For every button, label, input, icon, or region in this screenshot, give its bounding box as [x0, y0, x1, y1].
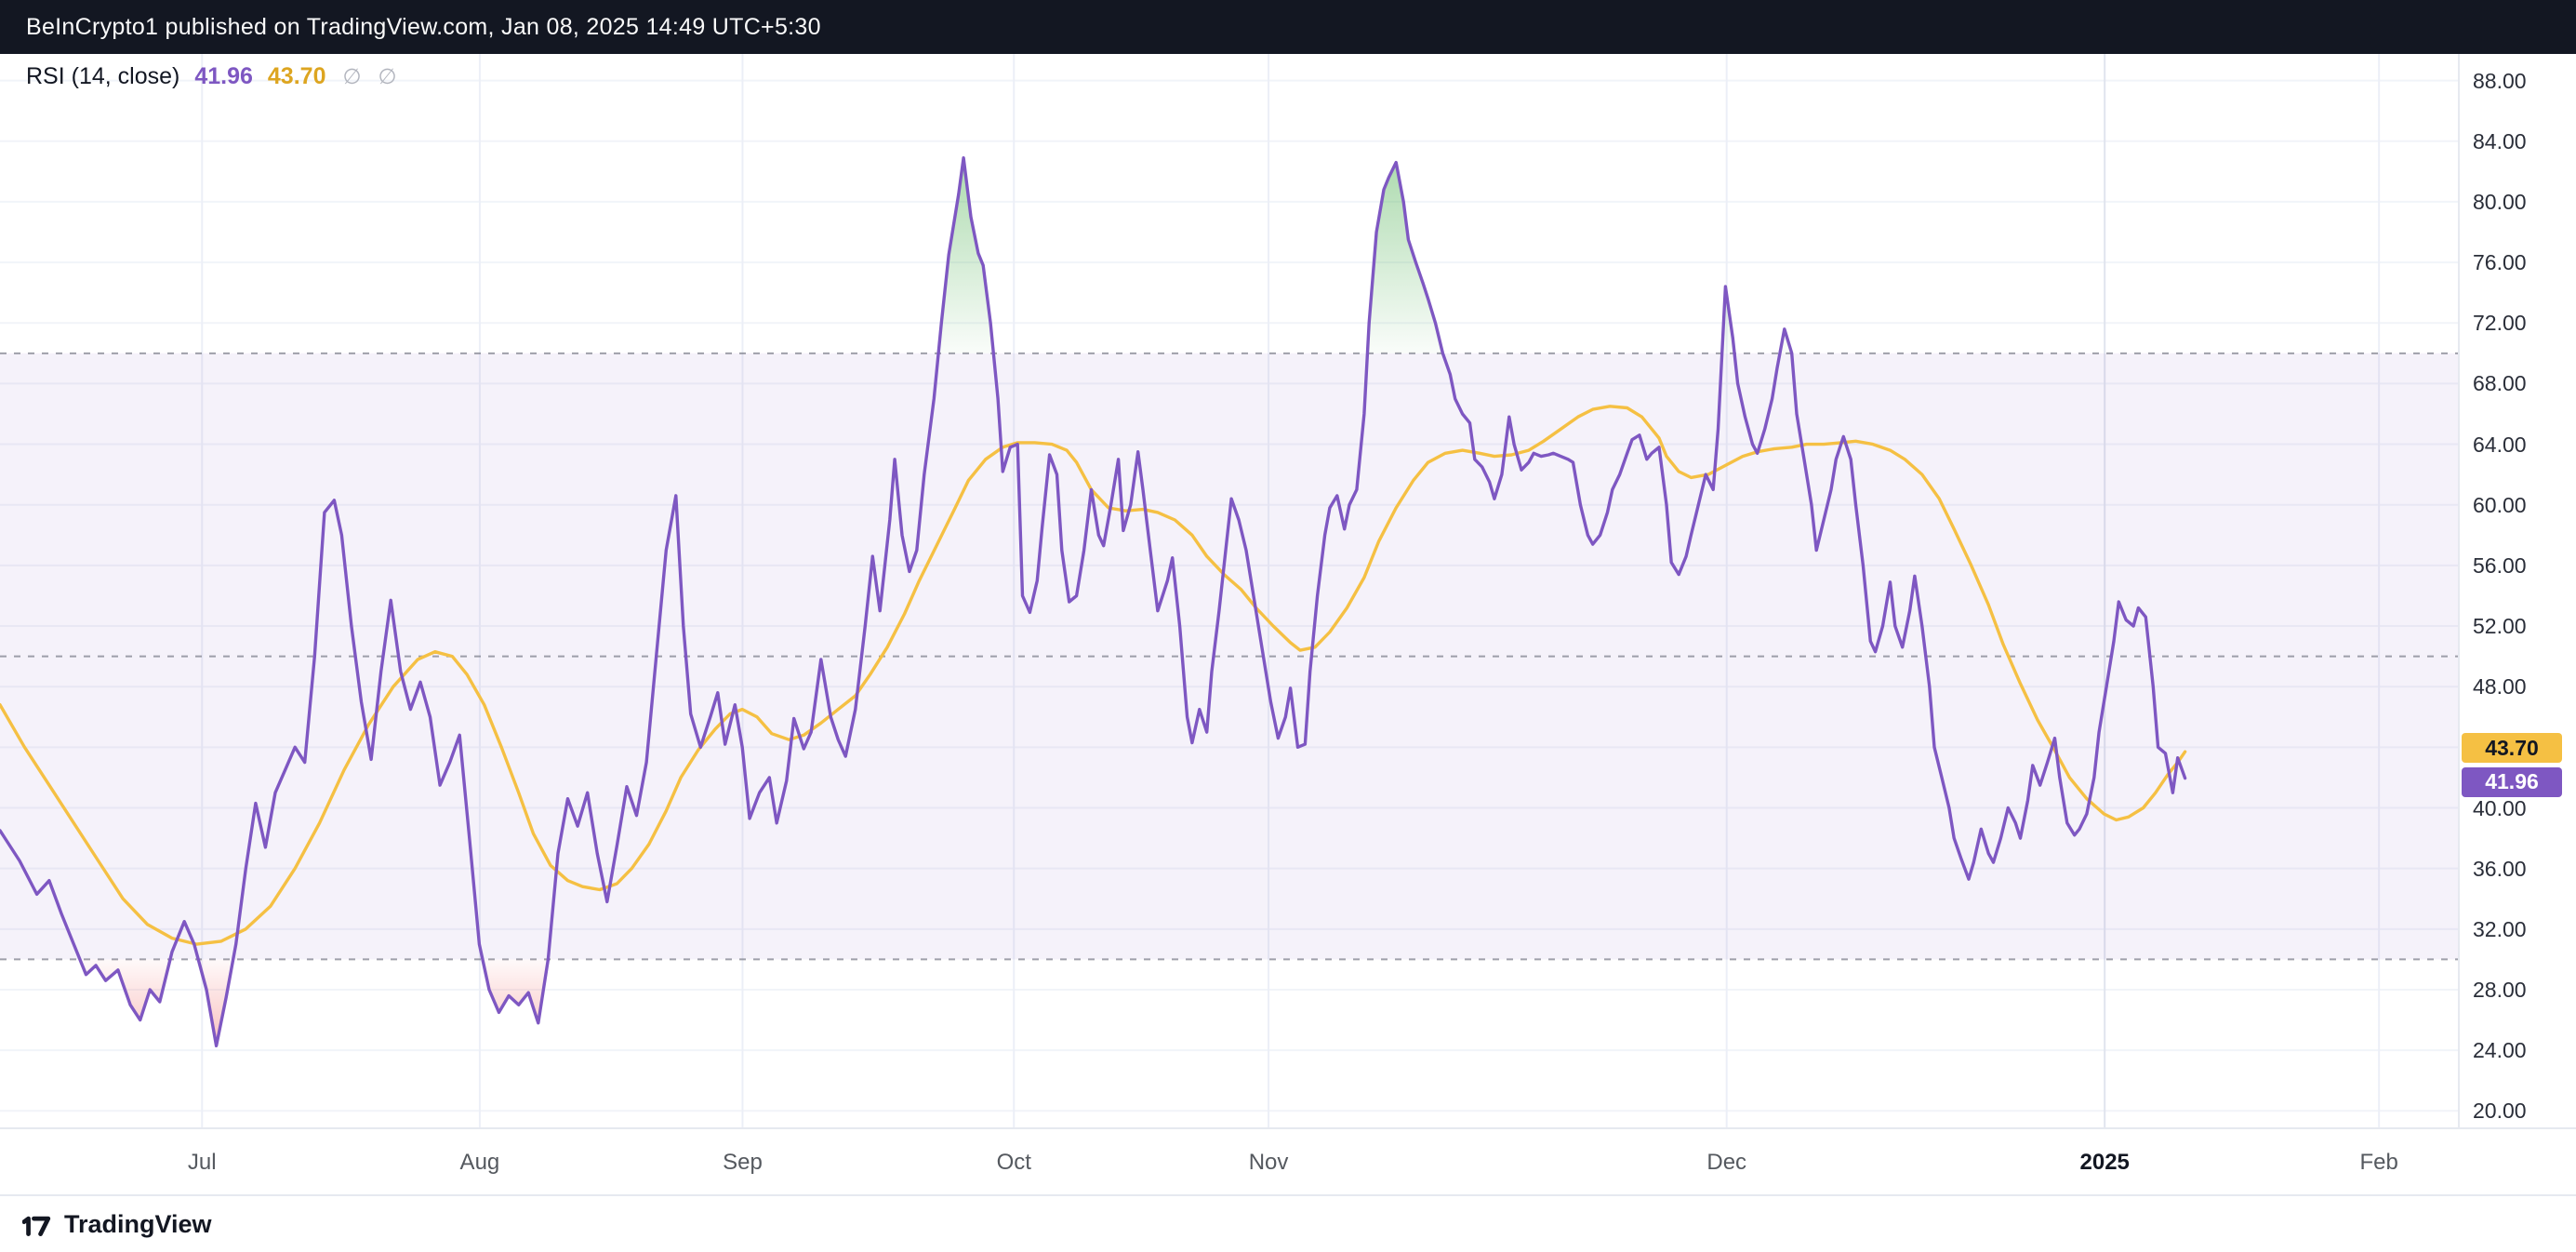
- empty-value-icon: ∅: [378, 64, 397, 89]
- chart-region[interactable]: RSI (14, close) 41.96 43.70 ∅ ∅ 88.00 84.…: [0, 0, 2576, 1252]
- price-tick-label: 48.00: [2473, 673, 2527, 699]
- price-tick-label: 56.00: [2473, 553, 2527, 579]
- price-tick-label: 88.00: [2473, 68, 2527, 94]
- price-tick-label: 28.00: [2473, 977, 2527, 1003]
- indicator-title: RSI (14, close): [26, 63, 179, 90]
- price-tick-label: 32.00: [2473, 916, 2527, 942]
- price-tick-label: 40.00: [2473, 795, 2527, 821]
- time-tick-label: Dec: [1706, 1129, 1746, 1196]
- price-tick-label: 20.00: [2473, 1098, 2527, 1124]
- ma-current-value: 43.70: [268, 63, 326, 90]
- time-tick-label: Aug: [460, 1129, 500, 1196]
- tradingview-brand-link[interactable]: TradingView: [64, 1210, 212, 1239]
- price-tick-label: 60.00: [2473, 492, 2527, 518]
- time-tick-label: Nov: [1249, 1129, 1289, 1196]
- rsi-price-badge: 41.96: [2462, 767, 2562, 797]
- time-axis[interactable]: Jul Aug Sep Oct Nov Dec 2025 Feb: [0, 1127, 2576, 1194]
- indicator-legend[interactable]: RSI (14, close) 41.96 43.70 ∅ ∅: [26, 63, 397, 90]
- publish-info-text: BeInCrypto1 published on TradingView.com…: [26, 14, 821, 41]
- time-tick-label: Sep: [723, 1129, 763, 1196]
- price-tick-label: 80.00: [2473, 189, 2527, 215]
- price-axis[interactable]: 88.00 84.00 80.00 76.00 72.00 68.00 64.00 60.00…: [2458, 54, 2576, 1127]
- price-tick-label: 72.00: [2473, 310, 2527, 336]
- price-tick-label: 84.00: [2473, 128, 2527, 154]
- price-tick-label: 68.00: [2473, 370, 2527, 396]
- tradingview-published-chart-page: RSI (14, close) 41.96 43.70 ∅ ∅ 88.00 84.…: [0, 0, 2576, 1252]
- time-tick-label: Jul: [188, 1129, 217, 1196]
- oversold-fill: [198, 959, 233, 1046]
- tradingview-logo-icon[interactable]: [22, 1212, 52, 1236]
- footer-bar: TradingView: [0, 1194, 2576, 1252]
- empty-value-icon: ∅: [342, 64, 361, 89]
- price-tick-label: 52.00: [2473, 613, 2527, 639]
- time-tick-label: Feb: [2359, 1129, 2397, 1196]
- price-tick-label: 24.00: [2473, 1037, 2527, 1063]
- time-tick-label: Oct: [997, 1129, 1031, 1196]
- rsi-chart-canvas[interactable]: [0, 0, 2576, 1252]
- price-tick-label: 36.00: [2473, 856, 2527, 882]
- price-tick-label: 76.00: [2473, 249, 2527, 275]
- price-tick-label: 64.00: [2473, 432, 2527, 458]
- ma-price-badge: 43.70: [2462, 733, 2562, 763]
- rsi-current-value: 41.96: [194, 63, 253, 90]
- overbought-fill: [1367, 163, 1442, 353]
- publish-header: BeInCrypto1 published on TradingView.com…: [0, 0, 2576, 54]
- time-tick-label: 2025: [2079, 1129, 2129, 1196]
